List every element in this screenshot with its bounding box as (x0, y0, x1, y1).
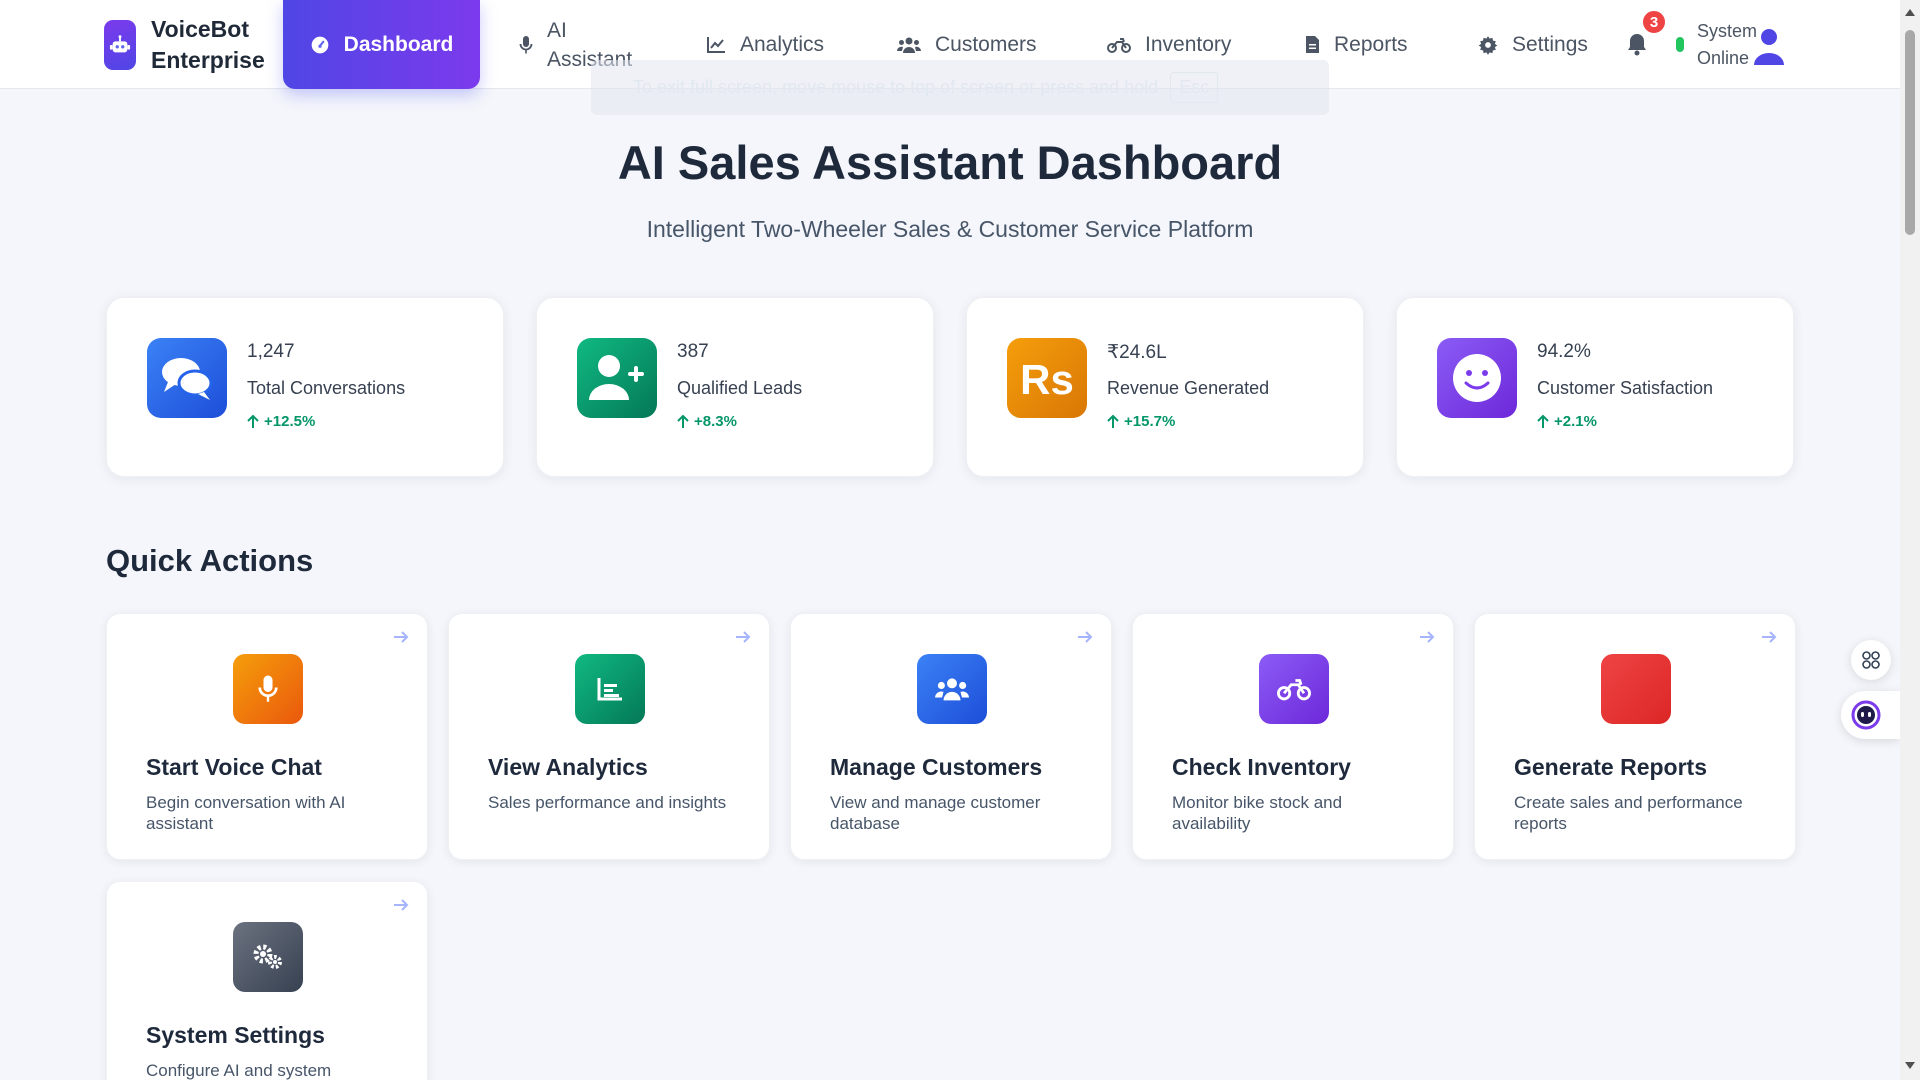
stat-label: Revenue Generated (1107, 378, 1270, 398)
stat-card-leads: 387 Qualified Leads +8.3% (536, 297, 934, 477)
stat-change-value: +2.1% (1554, 413, 1597, 430)
bell-icon[interactable] (1626, 32, 1648, 61)
action-title: View Analytics (488, 754, 648, 780)
file-icon (1306, 36, 1319, 53)
action-title: System Settings (146, 1022, 325, 1048)
arrow-up-icon (1537, 414, 1549, 428)
action-title: Start Voice Chat (146, 754, 322, 780)
scrollbar-thumb[interactable] (1905, 30, 1915, 235)
chart-icon (575, 654, 645, 724)
stat-change-value: +8.3% (694, 413, 737, 430)
stat-change: +8.3% (677, 413, 737, 430)
arrow-right-icon (1762, 631, 1777, 643)
line-chart-icon (707, 36, 725, 53)
action-card-customers[interactable]: Manage Customers View and manage custome… (790, 613, 1112, 860)
assistant-widget-icon[interactable] (1841, 691, 1900, 739)
arrow-up-icon (247, 414, 259, 428)
stat-value: 1,247 (247, 341, 295, 362)
nav-label-reports: Reports (1334, 32, 1408, 56)
stat-value: ₹24.6L (1107, 342, 1167, 363)
users-icon (917, 654, 987, 724)
fullscreen-exit-hint: To exit full screen, move mouse to top o… (591, 60, 1329, 115)
brand-name: VoiceBot Enterprise (151, 16, 265, 73)
scroll-up-icon[interactable] (1905, 8, 1915, 16)
nav-item-dashboard[interactable]: Dashboard (283, 0, 480, 89)
status-indicator (1676, 37, 1684, 52)
microphone-icon (233, 654, 303, 724)
smile-icon (1437, 338, 1517, 418)
nav-label-customers: Customers (935, 32, 1037, 56)
user-avatar-icon[interactable] (1751, 27, 1787, 72)
nav-label-inventory: Inventory (1145, 32, 1232, 56)
action-title: Check Inventory (1172, 754, 1351, 780)
action-description: Sales performance and insights (488, 793, 727, 812)
stat-card-revenue: Rs ₹24.6L Revenue Generated +15.7% (966, 297, 1364, 477)
svg-text:Rs: Rs (1020, 356, 1074, 402)
arrow-right-icon (394, 899, 409, 911)
page-subtitle: Intelligent Two-Wheeler Sales & Customer… (646, 216, 1254, 242)
action-card-analytics[interactable]: View Analytics Sales performance and ins… (448, 613, 770, 860)
page-scrollbar[interactable] (1900, 0, 1920, 1080)
notification-badge: 3 (1641, 9, 1667, 35)
stat-change: +2.1% (1537, 413, 1597, 430)
arrow-right-icon (394, 631, 409, 643)
stat-change-value: +15.7% (1124, 413, 1176, 430)
robot-icon (104, 20, 136, 70)
motorcycle-icon (1259, 654, 1329, 724)
action-title: Generate Reports (1514, 754, 1708, 780)
rupee-icon: Rs (1007, 338, 1087, 418)
arrow-up-icon (677, 414, 689, 428)
action-card-settings[interactable]: System Settings Configure AI and system … (106, 881, 428, 1080)
arrow-up-icon (1107, 414, 1119, 428)
esc-key: Esc (1170, 72, 1219, 103)
stat-change: +15.7% (1107, 413, 1175, 430)
comments-icon (147, 338, 227, 418)
action-description: Create sales and performance reports (1514, 793, 1743, 833)
action-description: Configure AI and system preferences (146, 1061, 332, 1080)
stat-label: Total Conversations (247, 378, 406, 398)
nav-item-settings[interactable]: Settings (1478, 0, 1588, 89)
arrow-right-icon (1078, 631, 1093, 643)
action-card-voice-chat[interactable]: Start Voice Chat Begin conversation with… (106, 613, 428, 860)
nav-label-dashboard: Dashboard (343, 32, 454, 56)
motorcycle-icon (1107, 37, 1131, 53)
microphone-icon (519, 35, 533, 53)
arrow-right-icon (736, 631, 751, 643)
action-description: Begin conversation with AI assistant (146, 793, 346, 833)
stat-value: 387 (677, 341, 709, 362)
user-plus-icon (577, 338, 657, 418)
stat-card-satisfaction: 94.2% Customer Satisfaction +2.1% (1396, 297, 1794, 477)
scroll-down-icon[interactable] (1905, 1062, 1915, 1070)
nav-label-settings: Settings (1512, 32, 1588, 56)
arrow-right-icon (1420, 631, 1435, 643)
action-description: Monitor bike stock and availability (1172, 793, 1343, 833)
stat-label: Qualified Leads (677, 378, 803, 398)
gauge-icon (311, 36, 328, 53)
apps-grid-icon[interactable] (1851, 640, 1891, 680)
gears-icon (233, 922, 303, 992)
nav-label-analytics: Analytics (740, 32, 825, 56)
stat-value: 94.2% (1537, 341, 1591, 362)
page-title: AI Sales Assistant Dashboard (617, 136, 1283, 189)
action-card-reports[interactable]: Generate Reports Create sales and perfor… (1474, 613, 1796, 860)
gear-icon (1478, 35, 1498, 55)
brand[interactable]: VoiceBot Enterprise (104, 14, 276, 76)
users-icon (897, 37, 921, 53)
action-card-inventory[interactable]: Check Inventory Monitor bike stock and a… (1132, 613, 1454, 860)
action-title: Manage Customers (830, 754, 1043, 780)
fullscreen-hint-text: To exit full screen, move mouse to top o… (633, 77, 1159, 97)
stat-change-value: +12.5% (264, 413, 316, 430)
stat-label: Customer Satisfaction (1537, 378, 1714, 398)
stat-card-conversations: 1,247 Total Conversations +12.5% (106, 297, 504, 477)
stat-change: +12.5% (247, 413, 315, 430)
quick-actions-title: Quick Actions (106, 543, 314, 578)
report-icon (1601, 654, 1671, 724)
action-description: View and manage customer database (830, 793, 1041, 833)
